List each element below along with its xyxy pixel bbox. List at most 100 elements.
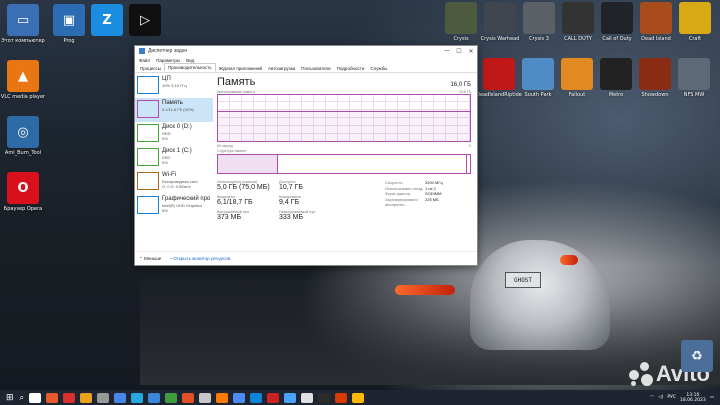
less-label: Меньше [144,255,162,261]
total-memory: 16,0 ГБ [450,82,471,88]
sidebar-item-name: Диск 0 (D:) [162,124,192,130]
structure-label: Структура памяти [217,149,247,153]
taskbar-app-icon[interactable] [199,392,212,403]
taskbar-app-icon[interactable] [131,392,144,403]
desktop-icon[interactable]: ▭ Этот компьютер [0,4,46,44]
stat: Невыгружаемый пул 333 МБ [279,210,339,221]
taskbar-app-icon[interactable] [182,392,195,403]
desktop-app-icon [484,2,516,34]
desktop-icon-label: VLC media player [0,94,46,100]
desktop-icon[interactable]: Craft [672,2,718,42]
graph-seconds: 60 секунд [217,144,233,148]
memory-composition-bar[interactable] [217,154,471,174]
wifi-icon[interactable]: ◠ [650,395,654,400]
taskbar: ⊞ ⌕ ◠ ◁) РУС 13:10 18.06.2023 ▭ [0,390,720,405]
desktop-app-icon: ▭ [7,4,39,36]
taskbar-app-icon[interactable] [165,392,178,403]
task-manager-window[interactable]: Диспетчер задач — ☐ ✕ Файл Параметры Вид П… [134,45,478,266]
desktop-icon[interactable]: ◎ Ami_Burn_Tool [0,116,46,156]
sidebar-item-sub2: О: 0 П: 0 Кбит/с [162,184,191,189]
taskbar-app-icon[interactable] [267,392,280,403]
tab-2[interactable]: Журнал приложений [216,65,265,72]
taskbar-app-icon[interactable] [97,392,110,403]
taskbar-app-icon[interactable] [46,392,59,403]
taskbar-app-icon[interactable] [335,392,348,403]
recycle-bin[interactable]: ♻ [674,340,720,372]
minimize-icon[interactable]: — [441,48,453,55]
close-icon[interactable]: ✕ [465,48,477,55]
tab-4[interactable]: Пользователи [298,65,333,72]
sidebar-text: Графический про Intel(R) UHD Graphics 6% [162,196,210,216]
stat-value: 333 МБ [279,214,304,221]
taskbar-app-icon[interactable] [233,392,246,403]
desktop-app-icon [483,58,515,90]
language-indicator[interactable]: РУС [667,395,676,400]
desktop-app-icon [640,2,672,34]
desktop-app-icon: Z [91,4,123,36]
sidebar-text: Диск 0 (D:) HDD 0% [162,124,192,144]
taskbar-app-icon[interactable] [352,392,365,403]
sidebar-text: Диск 1 (C:) SSD 0% [162,148,192,168]
taskbar-app-icon[interactable] [63,392,76,403]
desktop-app-icon: ◎ [7,116,39,148]
resource-monitor-label: Открыть монитор ресурсов [173,256,231,261]
notifications-icon[interactable]: ▭ [710,395,714,400]
desktop-app-icon: ▷ [129,4,161,36]
desktop-app-icon [562,2,594,34]
stat: Кэшировано 9,4 ГБ [279,195,339,206]
less-details-button[interactable]: ⌃ Меньше [139,256,161,262]
desktop-app-icon: O [7,172,39,204]
menu-item[interactable]: Файл [139,58,150,63]
desktop-app-icon: ▣ [53,4,85,36]
taskbar-app-icon[interactable] [148,392,161,403]
spec-row: Зарезервировано аппаратно: 225 МБ [385,197,443,208]
resource-monitor-link[interactable]: ◔ Открыть монитор ресурсов [169,256,230,261]
sidebar-item[interactable]: Память 5,1/11,8 ГБ (32%) [135,98,213,122]
recycle-bin-icon: ♻ [681,340,713,372]
sidebar-item[interactable]: Диск 1 (C:) SSD 0% [135,146,213,170]
tab-1[interactable]: Производительность [164,63,216,72]
taskbar-app-icon[interactable] [80,392,93,403]
graph-zero: 0 [469,144,471,148]
sidebar-item-name: ЦП [162,76,171,82]
window-titlebar[interactable]: Диспетчер задач — ☐ ✕ [135,46,477,56]
taskbar-app-icon[interactable] [29,392,42,403]
sidebar-thumbnail [137,124,159,142]
taskbar-app-icon[interactable] [318,392,331,403]
taskbar-app-icon[interactable] [114,392,127,403]
tab-3[interactable]: Автозагрузка [265,65,298,72]
clock-date: 18.06.2023 [679,397,706,403]
stat-value: 6,1/18,7 ГБ [217,199,253,206]
menu-item[interactable]: Вид [186,58,194,63]
maximize-icon[interactable]: ☐ [453,48,465,55]
taskbar-app-icon[interactable] [284,392,297,403]
stat: Используется (сжатая) 5,0 ГБ (75,0 МБ) [217,180,279,191]
clock[interactable]: 13:10 18.06.2023 [680,393,706,403]
sidebar-item[interactable]: ЦП 10% 3,19 ГГц [135,74,213,98]
desktop-icon[interactable]: ▲ VLC media player [0,60,46,100]
sidebar-item[interactable]: Графический про Intel(R) UHD Graphics 6% [135,194,213,218]
sidebar-item[interactable]: Wi-Fi Беспроводная сеть О: 0 П: 0 Кбит/с [135,170,213,194]
sidebar-item-sub2: 6% [162,208,168,213]
menu-item[interactable]: Параметры [156,58,180,63]
sidebar-item-name: Wi-Fi [162,172,176,178]
memory-usage-graph [217,94,471,142]
car-wallpaper [470,240,610,350]
desktop-app-icon [522,58,554,90]
desktop-app-icon [678,58,710,90]
desktop-icon[interactable]: O Браузер Opera [0,172,46,212]
sidebar-thumbnail [137,172,159,190]
taskbar-app-icon[interactable] [301,392,314,403]
taskbar-app-icon[interactable] [216,392,229,403]
sidebar-item[interactable]: Диск 0 (D:) HDD 0% [135,122,213,146]
windows-start-icon[interactable]: ⊞ [6,393,14,403]
tab-5[interactable]: Подробности [334,65,368,72]
volume-icon[interactable]: ◁) [658,395,663,400]
system-tray: ◠ ◁) РУС 13:10 18.06.2023 ▭ [650,393,720,403]
tab-6[interactable]: Службы [367,65,390,72]
taskbar-app-icon[interactable] [250,392,263,403]
sidebar-item-name: Графический про [162,196,211,202]
tab-0[interactable]: Процессы [137,65,164,72]
desktop-icon[interactable]: NFS MW [671,58,717,98]
desktop-icon[interactable]: ▷ [122,4,168,38]
